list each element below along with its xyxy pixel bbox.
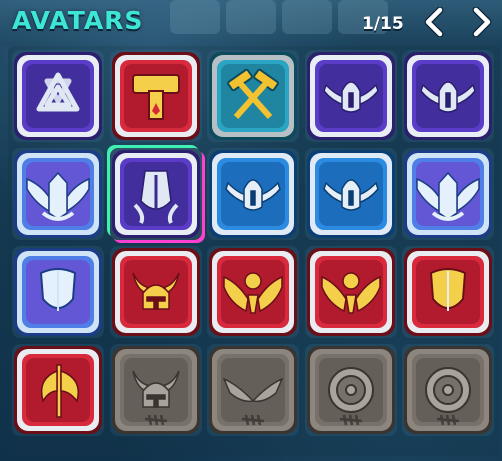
battle-axe-icon [14, 346, 102, 434]
winged-helmet-icon [306, 150, 395, 238]
avatar-tile[interactable] [402, 344, 494, 436]
avatar-tile[interactable] [207, 50, 299, 142]
crossed-hammers-icon [209, 52, 297, 140]
avatar-tile[interactable] [12, 50, 104, 142]
avatar-tile[interactable] [12, 148, 104, 240]
avatar-tile[interactable] [12, 246, 104, 338]
avatar-tile[interactable] [207, 344, 299, 436]
avatar-tile[interactable] [402, 50, 494, 142]
winged-crest-icon [404, 150, 492, 238]
avatar-tile[interactable] [304, 148, 397, 240]
background-thumbnail [170, 0, 220, 34]
valknut-icon [14, 52, 102, 140]
horned-helmet-icon [111, 346, 200, 434]
background-thumbnail [226, 0, 276, 34]
avatar-tile[interactable] [207, 148, 299, 240]
avatar-tile[interactable] [304, 246, 397, 338]
chevron-left-icon [424, 7, 444, 37]
chevron-right-icon [472, 7, 492, 37]
wings-icon [209, 346, 297, 434]
avatar-tile[interactable] [207, 246, 299, 338]
avatar-tile[interactable] [109, 344, 202, 436]
avatar-tile[interactable] [402, 148, 494, 240]
avatar-tile[interactable] [12, 344, 104, 436]
round-shield-icon [404, 346, 492, 434]
winged-helmet-icon [209, 150, 297, 238]
thor-hammer-icon [111, 52, 200, 140]
horned-helmet-icon [111, 248, 200, 336]
avatar-tile[interactable] [304, 50, 397, 142]
winged-orb-icon [209, 248, 297, 336]
previous-page-button[interactable] [422, 6, 448, 38]
shield-icon [14, 248, 102, 336]
avatar-tile[interactable] [109, 50, 202, 142]
background-thumbnail [282, 0, 332, 34]
page-indicator: 1/15 [362, 14, 404, 34]
avatar-tile[interactable] [109, 246, 202, 338]
winged-helmet-icon [306, 52, 395, 140]
avatar-tile[interactable] [304, 344, 397, 436]
winged-orb-icon [306, 248, 395, 336]
round-shield-icon [306, 346, 395, 434]
winged-crest-icon [14, 150, 102, 238]
shield-icon [404, 248, 492, 336]
winged-shield-icon [111, 150, 200, 238]
avatar-tile[interactable] [402, 246, 494, 338]
page-title: AVATARS [12, 6, 144, 35]
winged-helmet-icon [404, 52, 492, 140]
next-page-button[interactable] [468, 6, 494, 38]
avatar-tile-selected[interactable] [109, 148, 202, 240]
